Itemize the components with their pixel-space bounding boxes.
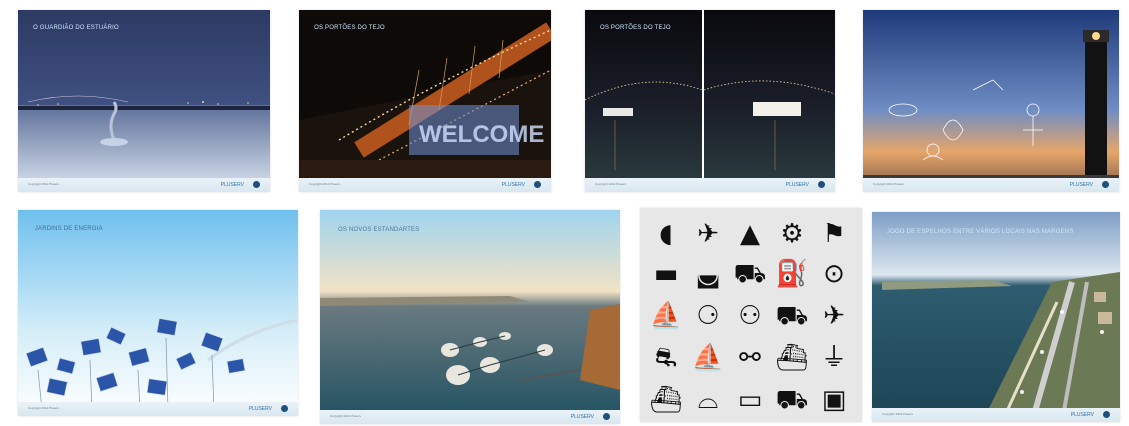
pluserv-logo: PLUSERV bbox=[785, 182, 809, 188]
truck-icon: ⛟ bbox=[775, 301, 809, 331]
page-dot-icon bbox=[534, 181, 541, 188]
slide-lighthouse[interactable]: Copyright 2012 Pluserv PLUSERV bbox=[863, 10, 1119, 192]
page-dot-icon bbox=[281, 405, 288, 412]
speedboat-icon: ▬ bbox=[653, 259, 679, 289]
slide-footer: Copyright 2012 Pluserv PLUSERV bbox=[299, 178, 551, 192]
plane-side-icon: ✈ bbox=[823, 301, 845, 331]
slide-portoes-bridge[interactable]: WELCOME OS PORTÕES DO TEJO Copyright 201… bbox=[299, 10, 551, 192]
slide-footer: Copyright 2012 Pluserv PLUSERV bbox=[320, 410, 620, 424]
airship-icon: ◖ bbox=[659, 219, 673, 249]
pluserv-logo: PLUSERV bbox=[220, 182, 244, 188]
slide-title: JARDINS DE ENERGIA bbox=[34, 226, 103, 233]
icons-grid: ◖ ✈ ▲ ⚙ ⚑ ▬ ◛ ⛟ ⛽ ⊙ ⛵ ⚆ ⚇ ⛟ ✈ ⛐ ⛵ ⚯ ⛴ ⏚ … bbox=[640, 208, 862, 422]
ship-icon: ⛴ bbox=[649, 385, 683, 415]
slide-title: OS PORTÕES DO TEJO bbox=[314, 24, 385, 31]
penny-farthing-icon: ⚆ bbox=[696, 301, 720, 331]
jeep-icon: ⛟ bbox=[775, 385, 809, 415]
scooter-icon: ⚯ bbox=[739, 343, 761, 373]
bicycle-icon: ⚇ bbox=[738, 301, 762, 331]
slide-image-riverside-aerial bbox=[872, 212, 1120, 422]
watering-can-icon: ⛽ bbox=[775, 259, 809, 289]
page-dot-icon bbox=[253, 181, 260, 188]
slide-image-night-estuary bbox=[18, 10, 270, 192]
page-dot-icon bbox=[818, 181, 825, 188]
pluserv-logo: PLUSERV bbox=[570, 414, 594, 420]
van-icon: ▣ bbox=[821, 385, 847, 415]
copyright-text: Copyright 2012 Pluserv bbox=[330, 414, 362, 418]
rocket-icon: ▲ bbox=[740, 219, 760, 249]
pluserv-logo: PLUSERV bbox=[501, 182, 525, 188]
sailboat-icon: ⛵ bbox=[649, 301, 683, 331]
copyright-text: Copyright 2012 Pluserv bbox=[595, 182, 627, 186]
cable-car-icon: ⏚ bbox=[820, 343, 847, 373]
locomotive-icon: ⛴ bbox=[775, 343, 809, 373]
slide-title: O GUARDIÃO DO ESTUÁRIO bbox=[33, 24, 119, 31]
boat-icon: ⛵ bbox=[691, 343, 725, 373]
motorcycle-icon: ⚙ bbox=[780, 219, 804, 249]
slide-image-lighthouse-sunset bbox=[863, 10, 1119, 192]
helicopter-icon: ⚑ bbox=[822, 219, 846, 249]
airplane-icon: ✈ bbox=[697, 219, 719, 249]
slide-footer: Copyright 2012 Pluserv PLUSERV bbox=[872, 408, 1120, 422]
pluserv-logo: PLUSERV bbox=[248, 406, 272, 412]
bus-icon: ▭ bbox=[737, 385, 763, 415]
transport-icons-panel[interactable]: ◖ ✈ ▲ ⚙ ⚑ ▬ ◛ ⛟ ⛽ ⊙ ⛵ ⚆ ⚇ ⛟ ✈ ⛐ ⛵ ⚯ ⛴ ⏚ … bbox=[640, 208, 862, 422]
copyright-text: Copyright 2012 Pluserv bbox=[28, 406, 60, 410]
slide-title: JOGO DE ESPELHOS ENTRE VÁRIOS LOCAIS NAS… bbox=[886, 228, 1074, 235]
slide-guardiao[interactable]: O GUARDIÃO DO ESTUÁRIO Copyright 2012 Pl… bbox=[18, 10, 270, 192]
slide-title: OS PORTÕES DO TEJO bbox=[600, 24, 671, 31]
slide-footer: Copyright 2012 Pluserv PLUSERV bbox=[863, 178, 1119, 192]
slide-image-river-domes bbox=[320, 210, 620, 424]
pluserv-logo: PLUSERV bbox=[1069, 182, 1093, 188]
unicycle-icon: ⊙ bbox=[823, 259, 845, 289]
slide-jardins-energia[interactable]: JARDINS DE ENERGIA Copyright 2012 Pluser… bbox=[18, 210, 298, 416]
slide-novos-estandartes[interactable]: OS NOVOS ESTANDARTES Copyright 2012 Plus… bbox=[320, 210, 620, 424]
slide-image-ships-night bbox=[585, 10, 835, 192]
trailer-icon: ◛ bbox=[695, 259, 721, 289]
car-icon: ⛟ bbox=[733, 259, 767, 289]
welcome-overlay: WELCOME bbox=[419, 121, 544, 148]
copyright-text: Copyright 2012 Pluserv bbox=[309, 182, 341, 186]
slide-image-energy-gardens bbox=[18, 210, 298, 416]
pluserv-logo: PLUSERV bbox=[1070, 412, 1094, 418]
page-dot-icon bbox=[603, 413, 610, 420]
slide-image-bridge-night: WELCOME bbox=[299, 10, 551, 192]
slide-footer: Copyright 2012 Pluserv PLUSERV bbox=[585, 178, 835, 192]
slide-portoes-split[interactable]: OS PORTÕES DO TEJO Copyright 2012 Pluser… bbox=[585, 10, 835, 192]
copyright-text: Copyright 2012 Pluserv bbox=[28, 182, 60, 186]
slide-title: OS NOVOS ESTANDARTES bbox=[338, 227, 420, 234]
tractor-icon: ⛐ bbox=[654, 343, 678, 373]
slide-jogo-espelhos[interactable]: JOGO DE ESPELHOS ENTRE VÁRIOS LOCAIS NAS… bbox=[872, 212, 1120, 422]
canoe-icon: ⌓ bbox=[697, 385, 719, 415]
slide-footer: Copyright 2012 Pluserv PLUSERV bbox=[18, 178, 270, 192]
slide-footer: Copyright 2012 Pluserv PLUSERV bbox=[18, 402, 298, 416]
copyright-text: Copyright 2012 Pluserv bbox=[873, 182, 905, 186]
page-dot-icon bbox=[1102, 181, 1109, 188]
copyright-text: Copyright 2012 Pluserv bbox=[882, 412, 914, 416]
page-dot-icon bbox=[1103, 411, 1110, 418]
